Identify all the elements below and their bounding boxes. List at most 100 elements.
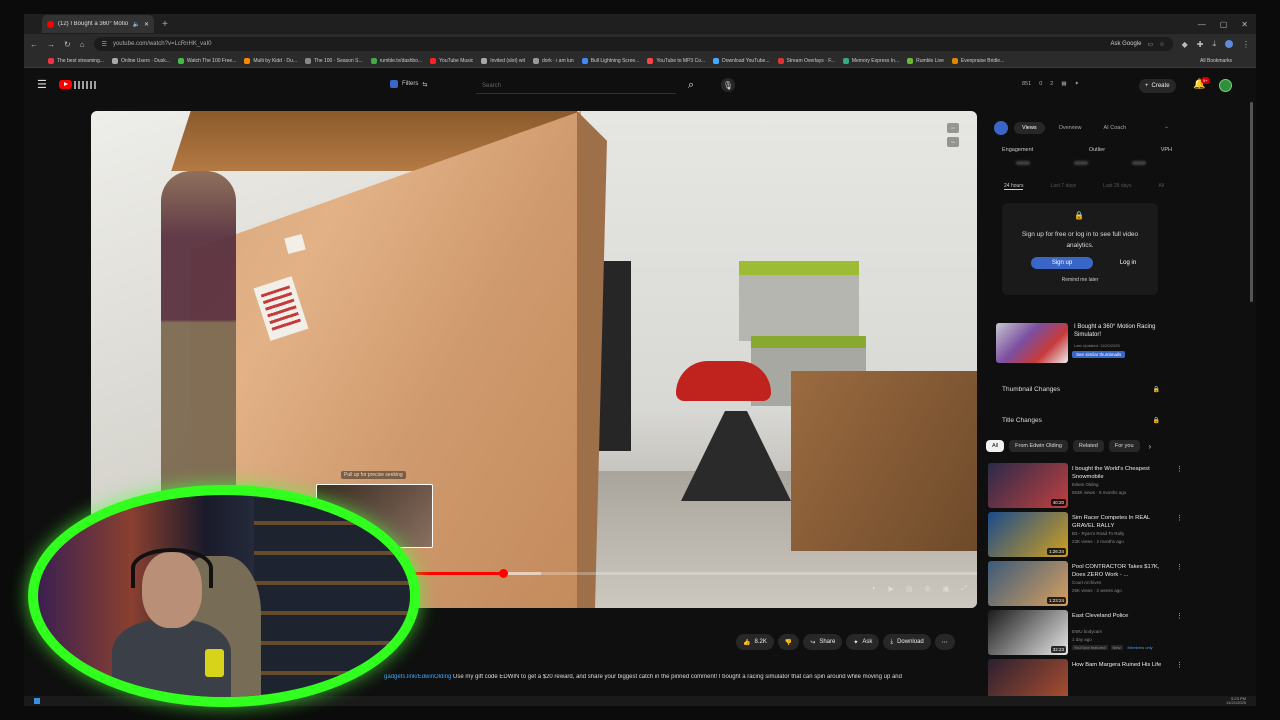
recommended-video[interactable]: 1:23:24 Pool CONTRACTOR Takes $17K, Does … (988, 561, 1183, 610)
play-toggle-icon[interactable]: ▶ (888, 585, 893, 593)
video-thumbnail[interactable]: 1:23:24 (988, 561, 1068, 606)
site-info-icon[interactable]: ☰ (102, 41, 107, 48)
more-options-icon[interactable]: ⋮ (1176, 612, 1183, 620)
range-all[interactable]: All (1158, 183, 1164, 190)
minimize-icon[interactable]: — (1198, 20, 1206, 29)
tab-ai-coach[interactable]: AI Coach (1096, 122, 1135, 134)
back-icon[interactable]: ← (30, 40, 38, 49)
more-actions-button[interactable]: ⋯ (934, 634, 955, 650)
chevron-right-icon[interactable]: › (1149, 442, 1152, 451)
like-button[interactable]: 👍 8.2K (736, 634, 774, 650)
range-28d[interactable]: Last 28 days (1103, 183, 1131, 190)
browser-tab[interactable]: (12) I Bought a 360° Motion... 🔈 ✕ (42, 15, 154, 33)
grid-icon[interactable]: ▦ (1061, 81, 1066, 87)
player-badge[interactable]: HD (947, 123, 959, 133)
forward-icon[interactable]: → (47, 40, 55, 49)
channel-name[interactable]: B3 - Ryan's Road To Rally (1072, 531, 1124, 536)
youtube-logo[interactable] (59, 80, 96, 89)
puzzle-icon[interactable]: ✦ (1075, 81, 1080, 87)
bookmark-star-icon[interactable]: ☆ (1159, 41, 1164, 48)
bookmark-item[interactable]: YouTube to MP3 Co... (647, 57, 705, 64)
page-scrollbar[interactable] (1250, 102, 1253, 302)
bookmark-item[interactable]: Multi by Kidd · Du... (244, 57, 297, 64)
search-input[interactable]: Search (476, 78, 676, 94)
recommended-video[interactable]: 32:23 East Cleveland Police EWU bodycam 1 d… (988, 610, 1183, 659)
ask-google-button[interactable]: Ask Google (1111, 41, 1142, 47)
home-icon[interactable]: ⌂ (80, 40, 85, 49)
range-24h[interactable]: 24 hours (1004, 183, 1024, 190)
puzzle-icon[interactable]: ✚ (1197, 40, 1204, 49)
avatar[interactable] (1219, 79, 1232, 92)
bookmark-item[interactable]: Memory Express In... (842, 57, 899, 64)
filters-button[interactable]: Filters ⇆ (390, 80, 427, 88)
more-options-icon[interactable]: ⋮ (1176, 514, 1183, 522)
settings-gear-icon[interactable]: ⚙ (924, 585, 930, 593)
video-title[interactable]: Pool CONTRACTOR Takes $17K, Does ZERO Wo… (1072, 563, 1172, 579)
bookmark-item[interactable]: Download YouTube... (713, 57, 770, 64)
bookmark-item[interactable]: dork · i am lun (533, 57, 574, 64)
reload-icon[interactable]: ↻ (64, 40, 71, 49)
signup-button[interactable]: Sign up (1031, 257, 1093, 269)
description-preview[interactable]: gadgets.link/EdwinOlding Use my gift cod… (384, 674, 969, 685)
channel-name[interactable]: EWU bodycam (1072, 629, 1102, 634)
dislike-button[interactable]: 👎 (777, 634, 800, 650)
downloads-icon[interactable]: ⤓ (1212, 39, 1216, 49)
windows-start-icon[interactable] (34, 698, 40, 704)
recommended-video[interactable]: 40:20 I bought the World's Cheapest Snowm… (988, 463, 1183, 512)
video-title[interactable]: Sim Racer Competes In REAL GRAVEL RALLY (1072, 514, 1172, 530)
video-thumbnail[interactable]: 32:23 (988, 610, 1068, 655)
bookmark-item[interactable]: Bull Lightning Scree... (581, 57, 639, 64)
recommended-video[interactable]: 1:26:24 Sim Racer Competes In REAL GRAVEL… (988, 512, 1183, 561)
more-options-icon[interactable]: ⋮ (1176, 661, 1183, 669)
bookmark-item[interactable]: rumble.tv/dashbo... (370, 57, 422, 64)
bookmark-item[interactable]: The 100 · Season S... (304, 57, 363, 64)
channel-name[interactable]: Court Archives (1072, 580, 1101, 585)
title-changes-row[interactable]: Title Changes 🔒 (996, 410, 1166, 430)
chip-all[interactable]: All (986, 440, 1005, 452)
address-bar[interactable]: ☰ youtube.com/watch?v=LcRnHK_vaI0 Ask Go… (93, 37, 1173, 51)
menu-dots-icon[interactable]: ⋮ (1242, 40, 1250, 49)
download-button[interactable]: ⤓ Download (883, 634, 931, 650)
video-title[interactable]: East Cleveland Police (1072, 612, 1172, 620)
profile-icon[interactable] (1225, 40, 1233, 48)
extension-icon[interactable]: ◆ (1182, 40, 1188, 49)
bookmark-item[interactable]: Invited (slot) wit (481, 57, 525, 64)
tab-overview[interactable]: Overview (1051, 122, 1090, 134)
more-options-icon[interactable]: ⋮ (1176, 465, 1183, 473)
close-tab-icon[interactable]: ✕ (144, 21, 149, 28)
remind-later-link[interactable]: Remind me later (1002, 277, 1158, 283)
login-button[interactable]: Log in (1106, 257, 1150, 269)
bookmark-item[interactable]: Stream Overlays · F... (777, 57, 835, 64)
hamburger-menu-icon[interactable]: ☰ (37, 78, 47, 91)
bookmark-item[interactable]: Evenpraise Bridle... (951, 57, 1004, 64)
range-7d[interactable]: Last 7 days (1050, 183, 1076, 190)
bookmark-item[interactable]: The best streaming... (48, 57, 104, 64)
all-bookmarks-button[interactable]: All Bookmarks (1200, 58, 1232, 64)
create-button[interactable]: + Create (1139, 79, 1176, 93)
progress-scrubber[interactable] (498, 569, 508, 578)
bookmark-item[interactable]: Rumble Live (907, 57, 944, 64)
close-window-icon[interactable]: ✕ (1241, 20, 1248, 29)
channel-name[interactable]: Edwin Olding (1072, 482, 1099, 487)
tab-views[interactable]: Views (1014, 122, 1045, 134)
chip-from-channel[interactable]: From Edwin Olding (1009, 440, 1068, 452)
video-title[interactable]: I bought the World's Cheapest Snowmobile (1072, 465, 1172, 481)
new-tab-button[interactable]: + (162, 19, 168, 30)
fullscreen-icon[interactable]: ⤢ (961, 585, 967, 593)
collapse-icon[interactable]: ⌃ (1164, 126, 1169, 133)
video-title[interactable]: How Bam Margera Ruined His Life (1072, 661, 1172, 669)
maximize-icon[interactable]: ▢ (1220, 20, 1228, 29)
thumbnail-changes-row[interactable]: Thumbnail Changes 🔒 (996, 379, 1166, 399)
share-button[interactable]: ↪ Share (803, 634, 843, 650)
video-thumbnail[interactable]: 40:20 (988, 463, 1068, 508)
video-thumbnail[interactable]: 1:26:24 (988, 512, 1068, 557)
chip-related[interactable]: Related (1072, 440, 1104, 452)
search-icon[interactable]: ⌕ (688, 79, 694, 92)
autoplay-toggle-icon[interactable]: ◐ (872, 585, 876, 593)
more-options-icon[interactable]: ⋮ (1176, 563, 1183, 571)
ask-button[interactable]: ✦ Ask (846, 634, 880, 650)
bookmark-item[interactable]: Watch The 100 Free... (177, 57, 236, 64)
cast-icon[interactable]: ▭ (1148, 41, 1154, 48)
subtitles-icon[interactable]: ▤ (906, 585, 913, 593)
miniplayer-icon[interactable]: ▣ (943, 585, 950, 593)
